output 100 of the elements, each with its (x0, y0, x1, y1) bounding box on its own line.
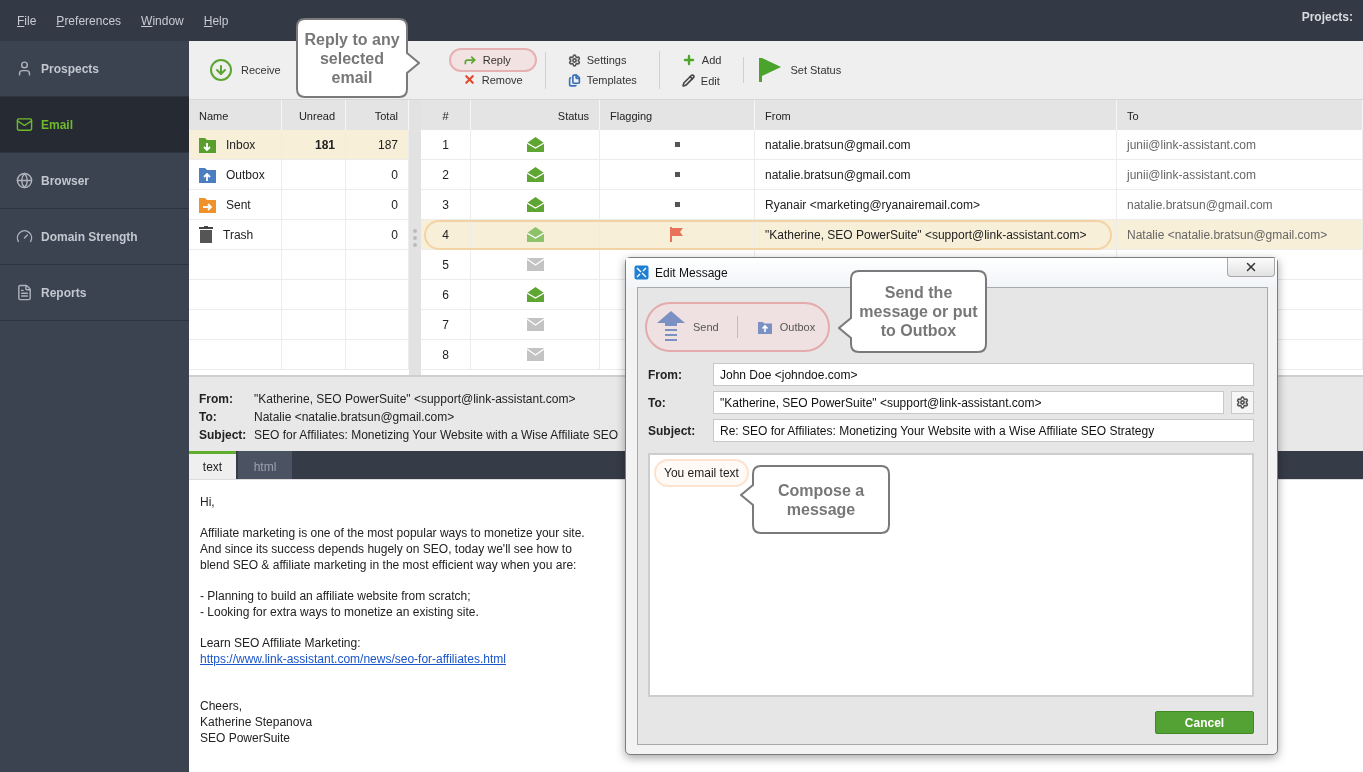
body-text: Affiliate marketing is one of the most popular ways to monetize your site. (200, 525, 585, 541)
dialog-title: Edit Message (655, 265, 728, 280)
table-cell: 0 (346, 190, 409, 220)
message-text: You email text (654, 459, 749, 487)
table-cell: natalie.bratsun@gmail.com (1117, 190, 1363, 220)
toolbar-button[interactable]: Set Status (758, 57, 842, 83)
table-cell: 5 (421, 250, 471, 280)
envelope-icon (16, 116, 33, 133)
folder-cell[interactable]: Inbox (189, 130, 282, 160)
button-label: Settings (586, 54, 627, 66)
body-text: Learn SEO Affiliate Marketing: (200, 635, 361, 651)
button-label: Add (701, 54, 722, 66)
column-header[interactable]: Name (189, 100, 282, 131)
settings-icon (567, 53, 581, 67)
column-header[interactable]: # (421, 100, 471, 131)
input-field[interactable]: "Katherine, SEO PowerSuite" <support@link-assistant.com> (713, 391, 1224, 414)
toolbar-button[interactable]: Add (673, 51, 730, 69)
close-icon (462, 73, 476, 86)
close-icon (1244, 260, 1258, 274)
toolbar-button[interactable]: Remove (454, 71, 531, 88)
column-header[interactable]: To (1117, 100, 1363, 131)
sidebar-label: Browser (41, 173, 90, 188)
person-icon (16, 60, 33, 77)
sidebar-label: Prospects (41, 61, 100, 76)
sidebar-label: Reports (41, 285, 87, 300)
table-cell: junii@link-assistant.com (1117, 130, 1363, 160)
trash-icon (199, 226, 213, 243)
sidebar-label: Domain Strength (41, 229, 138, 244)
folder-name: Inbox (226, 137, 256, 152)
table-cell: 8 (421, 340, 471, 370)
callout: Send the message or put to Outbox (838, 270, 987, 353)
menu-item[interactable]: Preferences (56, 13, 122, 28)
sidebar-label: Email (41, 117, 73, 132)
documents-icon (567, 73, 581, 87)
globe-icon (16, 172, 33, 189)
folder-cell[interactable]: Sent (189, 190, 282, 220)
sidebar-item[interactable]: Email (0, 97, 189, 153)
table-cell: 0 (346, 220, 409, 250)
table-cell: 1 (421, 130, 471, 160)
table-cell: 6 (421, 280, 471, 310)
column-header[interactable]: Total (346, 100, 409, 131)
table-cell: junii@link-assistant.com (1117, 160, 1363, 190)
settings-icon (1236, 396, 1249, 409)
app-icon (634, 265, 649, 280)
folder-icon (199, 196, 216, 213)
toolbar-button[interactable]: Reply (448, 48, 537, 72)
menu-item[interactable]: Window (141, 13, 184, 28)
column-header[interactable]: Unread (282, 100, 346, 131)
folder-cell[interactable]: Trash (189, 220, 282, 250)
table-cell: Ryanair <marketing@ryanairemail.com> (755, 190, 1117, 220)
pencil-icon (681, 74, 695, 87)
field-label: From: (199, 392, 234, 406)
folder-icon (757, 320, 772, 334)
dialog-button[interactable]: Outbox (736, 316, 826, 338)
dialog-button[interactable]: Send (657, 311, 729, 343)
field-label: Subject: (199, 428, 248, 442)
toolbar-button[interactable]: Edit (673, 72, 730, 89)
link[interactable]: https://www.link-assistant.com/news/seo-for-affiliates.html (200, 651, 506, 667)
folder-name: Sent (226, 197, 251, 212)
settings-button[interactable] (1231, 391, 1254, 414)
up-arrow-icon (657, 311, 685, 343)
body-text: Cheers, (200, 698, 243, 714)
close-button[interactable] (1227, 258, 1275, 277)
projects-label: Projects: (1301, 10, 1353, 24)
input-field[interactable]: John Doe <johndoe.com> (713, 363, 1254, 386)
button-label: Remove (481, 73, 523, 86)
button-label: Reply (482, 54, 511, 66)
input-field[interactable]: Re: SEO for Affiliates: Monetizing Your Website with a Wise Affiliate SEO Strategy (713, 419, 1254, 442)
button-label: Outbox (779, 321, 816, 333)
table-cell: 187 (346, 130, 409, 160)
folder-cell[interactable]: Outbox (189, 160, 282, 190)
menu-item[interactable]: File (17, 13, 37, 28)
button-label: Send (693, 321, 719, 333)
button-label: Templates (586, 74, 637, 86)
body-text: SEO PowerSuite (200, 730, 291, 746)
button-label: Receive (241, 64, 281, 76)
menu-item[interactable]: Help (203, 13, 229, 28)
table-cell (282, 160, 346, 190)
column-header[interactable]: From (755, 100, 1117, 131)
field-label: To: (648, 395, 667, 410)
column-header[interactable]: Flagging (600, 100, 755, 131)
toolbar-button[interactable]: Receive (209, 58, 281, 82)
column-header[interactable]: Status (471, 100, 600, 131)
arrow-icon (462, 53, 477, 67)
table-cell: natalie.bratsun@gmail.com (755, 130, 1117, 160)
field-value: "Katherine, SEO PowerSuite" <support@link-assistant.com> (254, 392, 576, 406)
body-text: Hi, (200, 494, 215, 510)
table-cell: 3 (421, 190, 471, 220)
plus-icon (681, 53, 696, 67)
button-label: Edit (700, 74, 720, 87)
table-cell: 2 (421, 160, 471, 190)
folder-name: Outbox (226, 167, 265, 182)
tab[interactable]: text (189, 451, 236, 479)
toolbar-button[interactable]: Settings (559, 51, 645, 69)
body-text: Katherine Stepanova (200, 714, 313, 730)
toolbar-button[interactable]: Templates (559, 71, 645, 89)
folder-name: Trash (223, 227, 254, 242)
gauge-icon (16, 228, 33, 245)
field-label: From: (648, 367, 683, 382)
body-text: blend SEO & affiliate marketing in the most efficient way when you are: (200, 557, 577, 573)
